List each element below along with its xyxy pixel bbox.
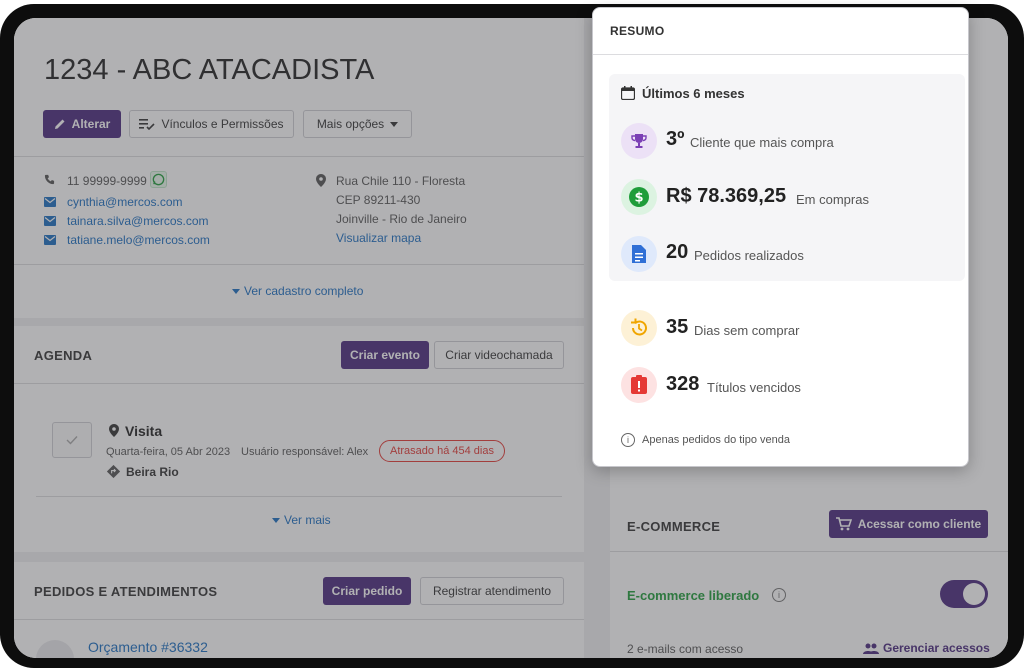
- see-more-link[interactable]: Ver mais: [272, 513, 331, 527]
- edit-button-label: Alterar: [71, 117, 111, 131]
- ecommerce-card: E-COMMERCE Acessar como cliente E-commer…: [610, 496, 1008, 658]
- address-street: Rua Chile 110 - Floresta: [336, 174, 466, 188]
- summary-footnote: Apenas pedidos do tipo venda: [642, 434, 791, 446]
- access-as-client-button[interactable]: Acessar como cliente: [829, 510, 988, 538]
- money-icon: $: [621, 179, 657, 215]
- ecommerce-title: E-COMMERCE: [627, 519, 721, 534]
- trophy-icon: [621, 123, 657, 159]
- email-icon: [44, 197, 56, 207]
- see-more-label: Ver mais: [284, 513, 331, 527]
- summary-popover: RESUMO Últimos 6 meses 3º Cliente que ma…: [592, 7, 969, 467]
- cart-icon: [835, 517, 852, 531]
- whatsapp-icon[interactable]: [150, 171, 167, 188]
- agenda-title: AGENDA: [34, 348, 93, 363]
- history-icon: [621, 310, 657, 346]
- rank-label: Cliente que mais compra: [690, 135, 834, 150]
- document-icon: [621, 236, 657, 272]
- days-value: 35: [666, 316, 689, 338]
- period-label: Últimos 6 meses: [642, 86, 745, 101]
- rank-value: 3º: [666, 128, 685, 150]
- divider: [14, 619, 584, 620]
- manage-access-link[interactable]: Gerenciar acessos: [863, 641, 990, 655]
- phone-number: 11 99999-9999: [67, 174, 147, 188]
- divider: [593, 54, 968, 55]
- check-icon: [66, 436, 78, 445]
- users-icon: [863, 643, 879, 655]
- manage-access-label: Gerenciar acessos: [883, 641, 990, 655]
- summary-title: RESUMO: [610, 24, 665, 38]
- event-user: Usuário responsável: Alex: [241, 446, 369, 458]
- email-link[interactable]: cynthia@mercos.com: [67, 195, 183, 209]
- info-icon[interactable]: i: [772, 588, 786, 602]
- full-record-label: Ver cadastro completo: [244, 284, 364, 298]
- orders-label: Pedidos realizados: [694, 248, 804, 263]
- register-service-button[interactable]: Registrar atendimento: [420, 577, 564, 605]
- overdue-value: 328: [666, 373, 700, 395]
- list-check-icon: [139, 119, 156, 130]
- client-card: 1234 - ABC ATACADISTA Alterar Vínculos e…: [14, 18, 584, 318]
- orders-card: PEDIDOS E ATENDIMENTOS Criar pedido Regi…: [14, 562, 584, 658]
- toggle-knob: [963, 583, 985, 605]
- overdue-badge: Atrasado há 454 dias: [379, 440, 505, 462]
- page-title: 1234 - ABC ATACADISTA: [44, 54, 375, 86]
- orders-value: 20: [666, 241, 689, 263]
- directions-icon: [107, 465, 120, 478]
- svg-text:$: $: [634, 191, 643, 206]
- emails-access-count: 2 e-mails com acesso: [627, 642, 744, 656]
- caret-down-icon: [390, 121, 399, 127]
- email-icon: [44, 235, 56, 245]
- divider: [610, 551, 1008, 552]
- complete-event-checkbox[interactable]: [52, 422, 92, 458]
- overdue-label: Títulos vencidos: [707, 380, 801, 395]
- create-video-call-button[interactable]: Criar videochamada: [434, 341, 564, 369]
- agenda-card: AGENDA Criar evento Criar videochamada V…: [14, 326, 584, 552]
- view-map-link[interactable]: Visualizar mapa: [336, 231, 421, 245]
- links-button-label: Vínculos e Permissões: [161, 117, 284, 131]
- access-button-label: Acessar como cliente: [857, 517, 982, 531]
- pencil-icon: [54, 119, 65, 129]
- ecommerce-enabled-label: E-commerce liberado: [627, 588, 760, 603]
- days-label: Dias sem comprar: [694, 323, 800, 338]
- alert-icon: [621, 367, 657, 403]
- address-zip: CEP 89211-430: [336, 193, 421, 207]
- event-place: Beira Rio: [126, 465, 179, 479]
- calendar-icon: [621, 86, 635, 100]
- document-icon: [36, 640, 74, 658]
- purchases-label: Em compras: [796, 192, 869, 207]
- location-pin-icon: [109, 424, 119, 437]
- create-order-button[interactable]: Criar pedido: [323, 577, 411, 605]
- divider: [36, 496, 562, 497]
- divider: [14, 383, 584, 384]
- order-link[interactable]: Orçamento #36332: [88, 639, 208, 655]
- purchases-value: R$ 78.369,25: [666, 185, 787, 207]
- divider: [14, 156, 584, 157]
- address-city: Joinville - Rio de Janeiro: [336, 212, 467, 226]
- more-options-button[interactable]: Mais opções: [303, 110, 412, 138]
- email-icon: [44, 216, 56, 226]
- phone-icon: [44, 174, 55, 185]
- event-title: Visita: [125, 423, 163, 439]
- caret-down-icon: [232, 289, 240, 295]
- orders-title: PEDIDOS E ATENDIMENTOS: [34, 584, 218, 599]
- links-permissions-button[interactable]: Vínculos e Permissões: [129, 110, 294, 138]
- full-record-link[interactable]: Ver cadastro completo: [232, 284, 363, 298]
- email-link[interactable]: tainara.silva@mercos.com: [67, 214, 209, 228]
- more-options-label: Mais opções: [316, 117, 385, 131]
- email-link[interactable]: tatiane.melo@mercos.com: [67, 233, 210, 247]
- event-date: Quarta-feira, 05 Abr 2023: [106, 446, 231, 458]
- divider: [14, 264, 584, 265]
- caret-down-icon: [272, 518, 280, 524]
- info-icon: i: [621, 433, 635, 447]
- create-event-button[interactable]: Criar evento: [341, 341, 429, 369]
- ecommerce-toggle[interactable]: [940, 580, 988, 608]
- location-pin-icon: [316, 174, 326, 187]
- edit-button[interactable]: Alterar: [43, 110, 121, 138]
